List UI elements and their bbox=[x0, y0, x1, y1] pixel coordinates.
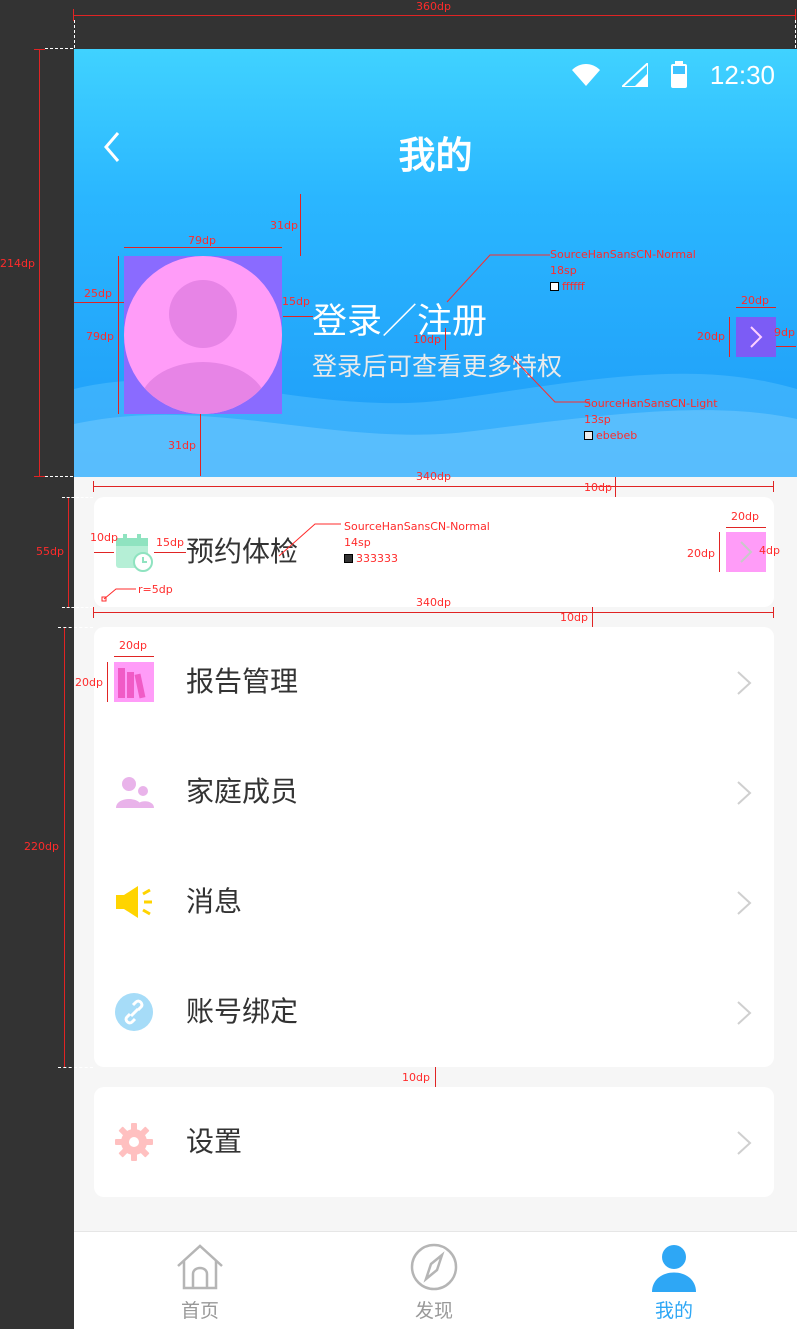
menu-item-settings[interactable]: 设置 bbox=[94, 1087, 774, 1197]
menu-item-label: 设置 bbox=[186, 1125, 243, 1158]
home-icon bbox=[177, 1244, 223, 1290]
chevron-right-icon bbox=[737, 1131, 752, 1155]
tab-label: 首页 bbox=[180, 1300, 219, 1322]
font-note: SourceHanSansCN-Normal 14sp 333333 bbox=[344, 520, 490, 565]
dimension-label: 220dp bbox=[24, 840, 59, 853]
menu-item-label: 报告管理 bbox=[186, 665, 299, 698]
menu-item-family[interactable]: 家庭成员 bbox=[94, 737, 774, 847]
dimension-label: 20dp bbox=[687, 547, 715, 560]
menu-item-label: 消息 bbox=[186, 885, 243, 918]
dimension-label: 9dp bbox=[774, 326, 795, 339]
leader-line bbox=[510, 355, 590, 403]
phone-screen: 12:30 我的 登录／注册 登录后可查看更多特权 预约体检 报告管理 家庭成员… bbox=[74, 49, 797, 1329]
link-icon bbox=[115, 993, 153, 1031]
leader-line bbox=[446, 254, 550, 303]
user-icon bbox=[652, 1245, 696, 1292]
dimension-label: r=5dp bbox=[138, 583, 173, 596]
signal-icon bbox=[621, 63, 648, 87]
menu-item-account-binding[interactable]: 账号绑定 bbox=[94, 957, 774, 1067]
speaker-icon bbox=[116, 886, 152, 918]
tab-home[interactable]: 首页 bbox=[140, 1232, 260, 1329]
avatar-frame[interactable] bbox=[124, 256, 282, 414]
tab-discover[interactable]: 发现 bbox=[374, 1232, 494, 1329]
dimension-label: 31dp bbox=[270, 219, 298, 232]
dimension-label: 20dp bbox=[697, 330, 725, 343]
gear-icon bbox=[115, 1123, 153, 1161]
menu-item-label: 账号绑定 bbox=[186, 995, 299, 1028]
dimension-label: 10dp bbox=[560, 611, 588, 624]
chevron-right-icon bbox=[750, 326, 763, 348]
chevron-right-icon bbox=[740, 541, 753, 563]
chevron-right-icon bbox=[737, 891, 752, 915]
design-spec-canvas: 12:30 我的 登录／注册 登录后可查看更多特权 预约体检 报告管理 家庭成员… bbox=[0, 0, 797, 1329]
users-icon bbox=[116, 777, 154, 808]
dimension-label: 15dp bbox=[156, 536, 184, 549]
status-bar: 12:30 bbox=[571, 59, 775, 91]
dimension-label: 340dp bbox=[416, 470, 451, 483]
dimension-label: 20dp bbox=[731, 510, 759, 523]
dimension-label: 55dp bbox=[36, 545, 64, 558]
menu-item-label: 家庭成员 bbox=[186, 775, 299, 808]
dimension-label: 214dp bbox=[0, 257, 35, 270]
wifi-icon bbox=[571, 64, 600, 86]
chevron-right-icon bbox=[737, 1001, 752, 1025]
leader-line bbox=[278, 523, 341, 557]
dimension-label: 340dp bbox=[416, 596, 451, 609]
dimension-label: 10dp bbox=[90, 531, 118, 544]
dimension-label: 25dp bbox=[84, 287, 112, 300]
menu-item-reports[interactable]: 报告管理 bbox=[94, 627, 774, 737]
chevron-right-icon bbox=[737, 671, 752, 695]
page-title: 我的 bbox=[398, 134, 473, 177]
dimension-label: 31dp bbox=[168, 439, 196, 452]
dimension-label: 10dp bbox=[584, 481, 612, 494]
menu-item-messages[interactable]: 消息 bbox=[94, 847, 774, 957]
menu-card: 报告管理 家庭成员 消息 账号绑定 bbox=[94, 627, 774, 1067]
avatar[interactable] bbox=[124, 256, 282, 414]
dimension-label: 10dp bbox=[413, 333, 441, 346]
compass-icon bbox=[410, 1243, 458, 1291]
default-avatar-icon bbox=[139, 280, 267, 414]
books-icon bbox=[114, 662, 154, 702]
dimension-label: 360dp bbox=[416, 0, 451, 13]
font-note: SourceHanSansCN-Normal 18sp ffffff bbox=[550, 248, 696, 293]
tab-label: 发现 bbox=[414, 1300, 453, 1322]
font-note: SourceHanSansCN-Light 13sp ebebeb bbox=[584, 397, 718, 442]
dimension-label: 4dp bbox=[759, 544, 780, 557]
tab-label: 我的 bbox=[654, 1300, 693, 1322]
dimension-label: 79dp bbox=[188, 234, 216, 247]
profile-arrow-button[interactable] bbox=[736, 317, 776, 357]
tab-mine[interactable]: 我的 bbox=[614, 1232, 734, 1329]
dimension-label: 20dp bbox=[741, 294, 769, 307]
dimension-label: 20dp bbox=[119, 639, 147, 652]
dimension-label: 79dp bbox=[86, 330, 114, 343]
dimension-label: 10dp bbox=[402, 1071, 430, 1084]
dimension-label: 20dp bbox=[75, 676, 103, 689]
battery-icon bbox=[670, 61, 687, 88]
status-time: 12:30 bbox=[709, 59, 775, 90]
chevron-right-icon bbox=[737, 781, 752, 805]
settings-card: 设置 bbox=[94, 1087, 774, 1197]
bottom-tab-bar: 首页 发现 我的 bbox=[74, 1231, 797, 1329]
calendar-clock-icon bbox=[116, 534, 153, 572]
dimension-label: 15dp bbox=[282, 295, 310, 308]
